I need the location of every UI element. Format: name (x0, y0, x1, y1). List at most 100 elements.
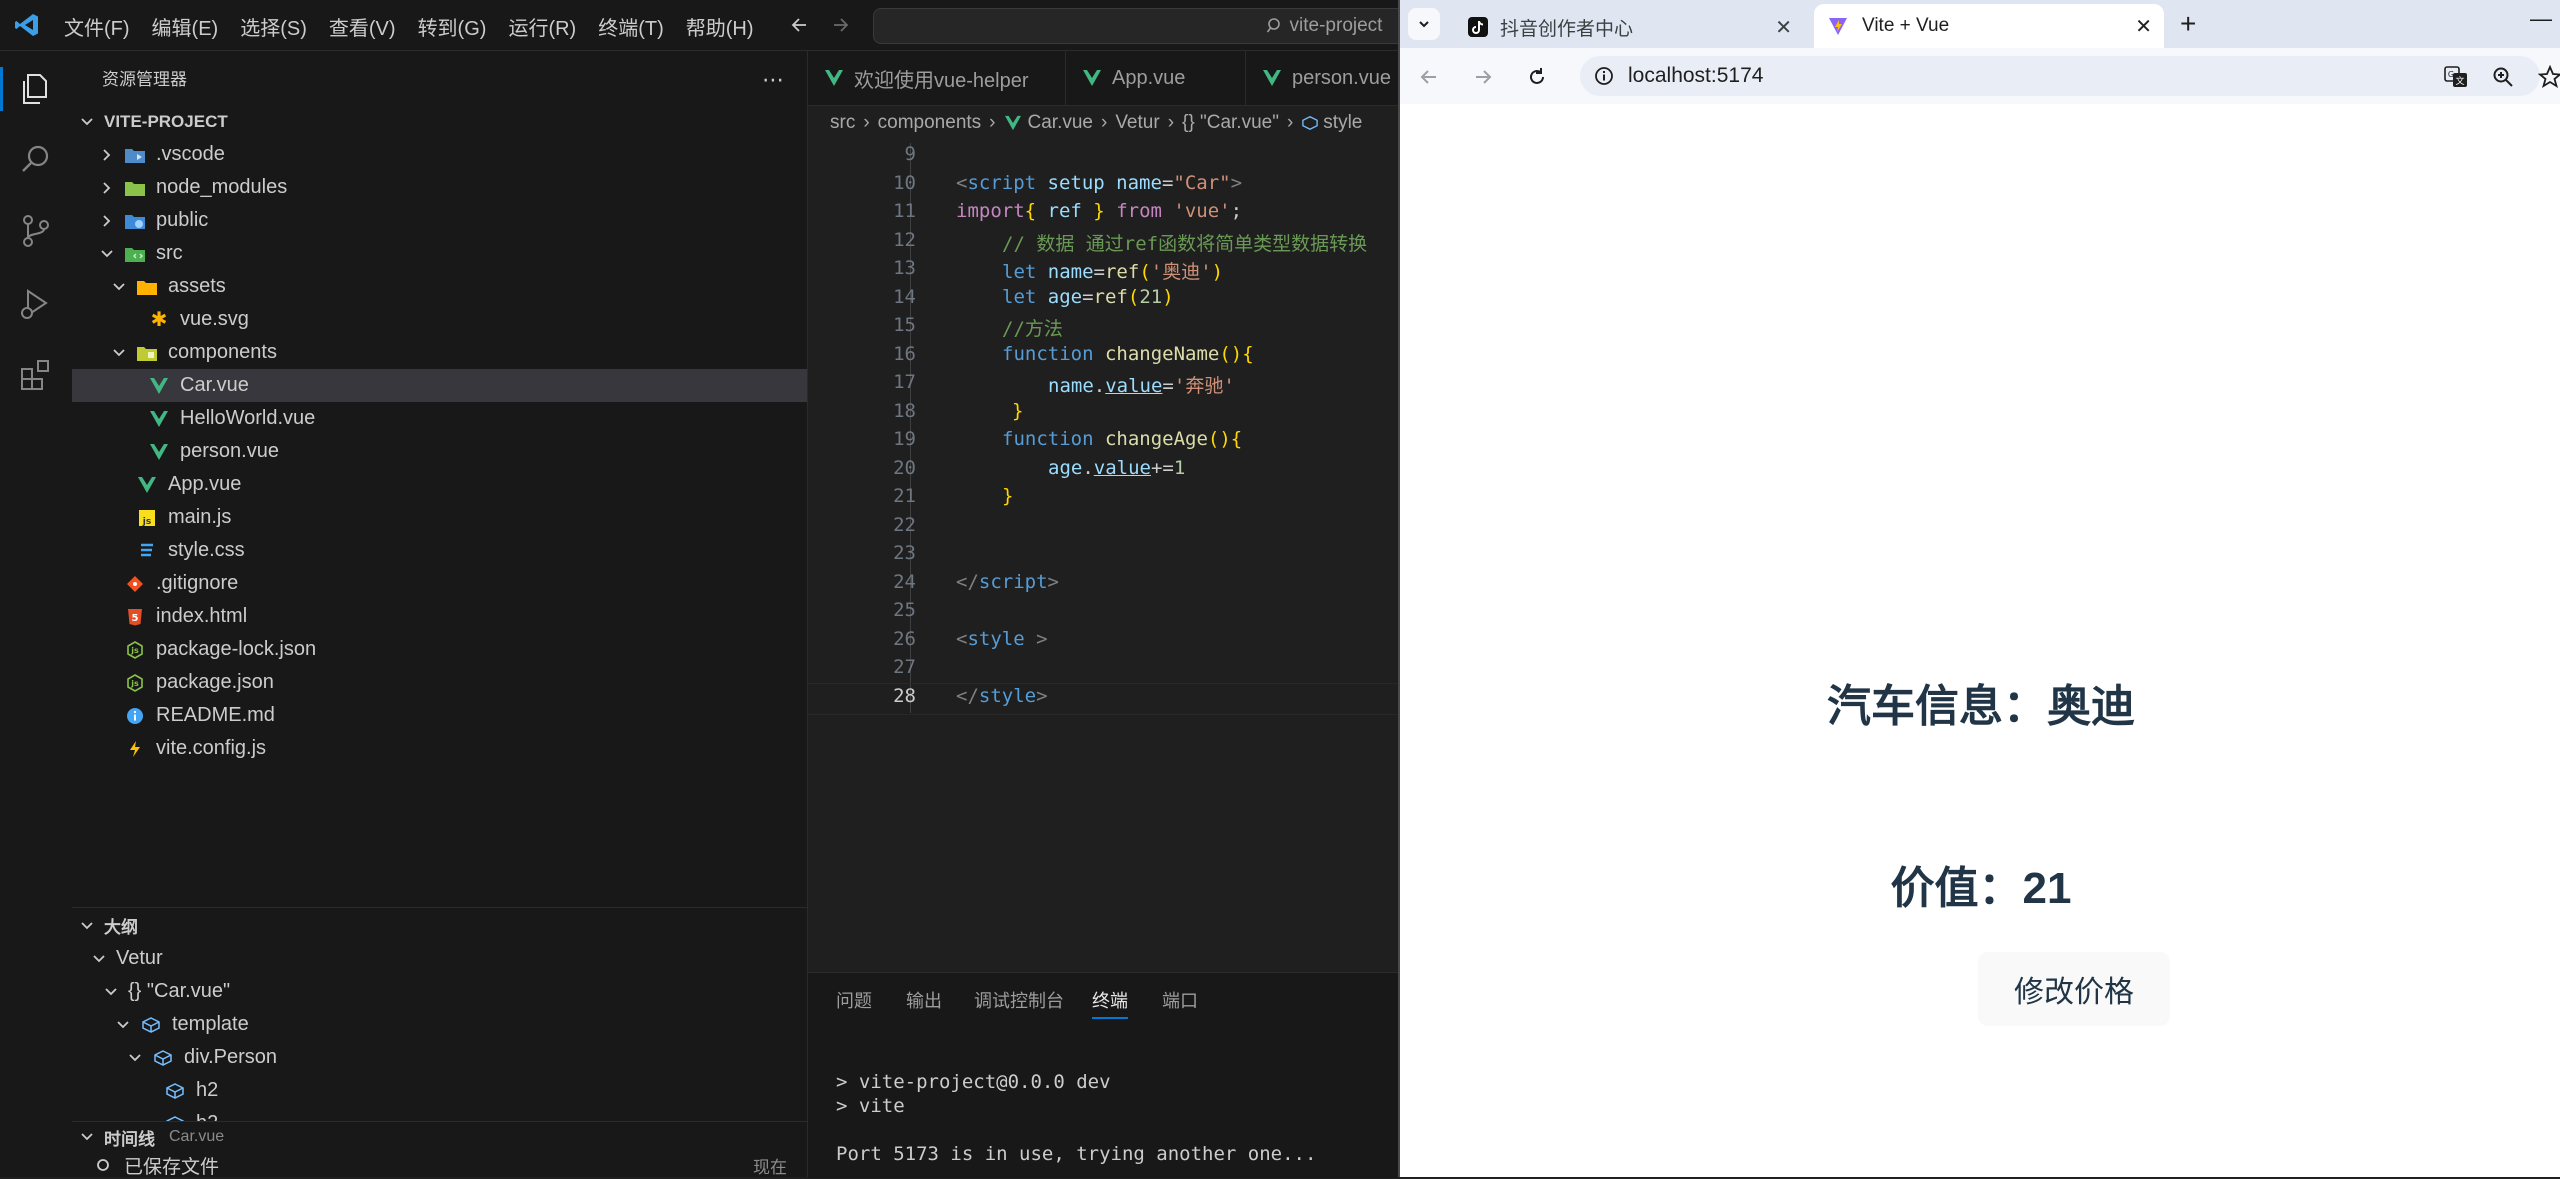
browser-tab-douyin[interactable]: 抖音创作者中心 ✕ (1450, 6, 1804, 48)
code-line-24: </script> (956, 571, 1059, 593)
back-icon[interactable] (1418, 66, 1440, 88)
tree-item-components[interactable]: components (72, 336, 807, 369)
close-tab-icon[interactable]: ✕ (2135, 14, 2152, 39)
tree-item-assets[interactable]: assets (72, 270, 807, 303)
address-bar[interactable]: localhost:5174 (1580, 56, 2540, 96)
tree-item-package-json[interactable]: js package.json (72, 666, 807, 699)
menu-view[interactable]: 查看(V) (329, 12, 396, 41)
outline-item-div-person[interactable]: div.Person (72, 1041, 807, 1074)
browser-window: 抖音创作者中心 ✕ Vite + Vue ✕ + — localhost:517… (1398, 0, 2560, 1177)
tab-search-button[interactable] (1408, 8, 1440, 40)
tree-item-node-modules[interactable]: node_modules (72, 171, 807, 204)
timeline-entry-time: 现在 (753, 1157, 787, 1177)
outline-item-h2-second[interactable]: h2 (72, 1107, 807, 1121)
tree-item-person-vue[interactable]: person.vue (72, 435, 807, 468)
outline-item-label: template (172, 1013, 249, 1035)
menu-terminal[interactable]: 终端(T) (598, 12, 664, 41)
outline-item-vetur[interactable]: Vetur (72, 942, 807, 975)
tree-item-index-html[interactable]: 5 index.html (72, 600, 807, 633)
project-name: VITE-PROJECT (104, 111, 228, 131)
outline-item-label: Vetur (116, 947, 163, 969)
translate-icon[interactable]: 文G (2444, 66, 2468, 88)
breadcrumb-item[interactable]: src (830, 112, 855, 134)
menu-edit[interactable]: 编辑(E) (152, 12, 219, 41)
site-info-icon[interactable] (1594, 66, 1614, 86)
tree-item-label: package-lock.json (156, 638, 317, 660)
tree-item-package-lock[interactable]: js package-lock.json (72, 633, 807, 666)
panel-tab-terminal[interactable]: 终端 (1092, 987, 1128, 1013)
tab-person-vue[interactable]: person.vue (1246, 51, 1398, 105)
tree-item-car-vue[interactable]: Car.vue (72, 369, 807, 402)
breadcrumb-item[interactable]: components (878, 112, 982, 134)
line-number: 27 (893, 656, 916, 678)
menu-selection[interactable]: 选择(S) (240, 12, 307, 41)
menu-go[interactable]: 转到(G) (418, 12, 487, 41)
tree-item-style-css[interactable]: style.css (72, 534, 807, 567)
outline-header[interactable]: 大纲 (72, 909, 807, 942)
tree-item-vue-svg[interactable]: ✱ vue.svg (72, 303, 807, 336)
svg-text:5: 5 (132, 613, 139, 624)
new-tab-icon[interactable]: + (2180, 10, 2196, 38)
tree-item-vite-config[interactable]: vite.config.js (72, 732, 807, 765)
back-arrow-icon[interactable] (790, 15, 810, 35)
tab-app-vue[interactable]: App.vue (1066, 51, 1246, 105)
menu-run[interactable]: 运行(R) (508, 12, 576, 41)
breadcrumb-item[interactable]: Car.vue (1028, 112, 1093, 134)
browser-tab-vite-vue[interactable]: Vite + Vue ✕ (1814, 4, 2164, 48)
line-number: 13 (893, 257, 916, 279)
run-debug-icon[interactable] (16, 283, 56, 323)
tree-item-vscode[interactable]: .vscode (72, 138, 807, 171)
panel-tab-problems[interactable]: 问题 (836, 987, 872, 1013)
line-number: 17 (893, 371, 916, 393)
outline-item-h2[interactable]: h2 (72, 1074, 807, 1107)
tree-item-readme[interactable]: README.md (72, 699, 807, 732)
breadcrumb-item[interactable]: {} "Car.vue" (1182, 112, 1279, 134)
tree-item-gitignore[interactable]: .gitignore (72, 567, 807, 600)
tree-item-helloworld-vue[interactable]: HelloWorld.vue (72, 402, 807, 435)
timeline-entry[interactable]: 已保存文件 现在 (72, 1152, 807, 1178)
outline-item-car-vue[interactable]: {} "Car.vue" (72, 975, 807, 1008)
chevron-down-icon (113, 282, 125, 290)
tree-item-main-js[interactable]: js main.js (72, 501, 807, 534)
source-control-icon[interactable] (16, 211, 56, 251)
timeline-header[interactable]: 时间线 Car.vue (72, 1122, 807, 1152)
search-view-icon[interactable] (16, 139, 56, 179)
tree-item-public[interactable]: public (72, 204, 807, 237)
minimize-icon[interactable]: — (2530, 6, 2552, 32)
menu-help[interactable]: 帮助(H) (686, 12, 754, 41)
outline-title: 大纲 (104, 918, 138, 937)
chevron-down-icon (81, 921, 93, 929)
close-tab-icon[interactable]: ✕ (1775, 15, 1792, 40)
code-line-20: age.value+=1 (1048, 457, 1186, 479)
tree-item-label: vite.config.js (156, 737, 267, 759)
forward-arrow-icon[interactable] (830, 15, 850, 35)
zoom-icon[interactable] (2492, 66, 2514, 88)
breadcrumb-item[interactable]: Vetur (1115, 112, 1159, 134)
tab-vue-helper[interactable]: 欢迎使用vue-helper (808, 51, 1066, 105)
panel-tab-ports[interactable]: 端口 (1162, 987, 1198, 1013)
panel-tab-output[interactable]: 输出 (906, 987, 942, 1013)
tree-item-label: main.js (168, 506, 232, 528)
section-divider (72, 907, 807, 908)
forward-icon[interactable] (1472, 66, 1494, 88)
project-root[interactable]: VITE-PROJECT (72, 105, 807, 138)
reload-icon[interactable] (1526, 66, 1548, 88)
car-info-heading: 汽车信息：奥迪 (1827, 682, 2135, 731)
breadcrumb-item[interactable]: style (1323, 112, 1362, 134)
modify-price-button[interactable]: 修改价格 (1978, 952, 2170, 1026)
bookmark-star-icon[interactable] (2538, 65, 2560, 89)
browser-tab-title: 抖音创作者中心 (1500, 18, 1634, 40)
extensions-icon[interactable] (16, 355, 56, 395)
tree-item-app-vue[interactable]: App.vue (72, 468, 807, 501)
menu-file[interactable]: 文件(F) (64, 12, 130, 41)
vue-file-icon (825, 70, 843, 86)
outline-item-template[interactable]: template (72, 1008, 807, 1041)
info-file-icon (124, 705, 146, 727)
code-line-15: //方法 (1002, 318, 1063, 340)
panel-tab-debug-console[interactable]: 调试控制台 (974, 987, 1064, 1013)
more-actions-icon[interactable]: ⋯ (762, 67, 785, 93)
explorer-sidebar: 资源管理器 ⋯ VITE-PROJECT .vscode node_module… (72, 51, 808, 1178)
chevron-down-icon (105, 987, 117, 995)
explorer-icon[interactable] (16, 69, 56, 109)
tree-item-src[interactable]: src (72, 237, 807, 270)
